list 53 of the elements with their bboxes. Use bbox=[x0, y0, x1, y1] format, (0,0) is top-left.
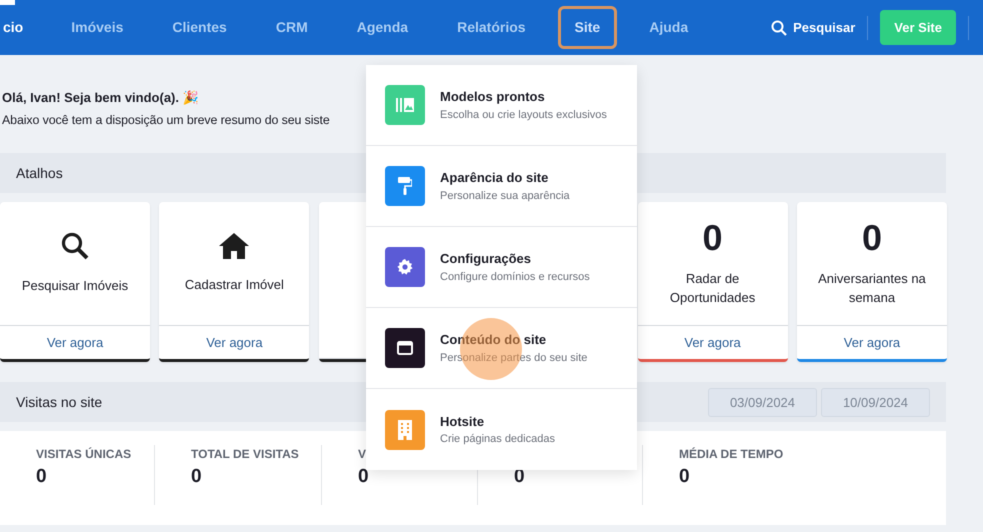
stat-value: 0 bbox=[679, 465, 691, 490]
menu-item-title: Hotsite bbox=[440, 412, 486, 430]
menu-item[interactable]: Aparência do site Personalize sua aparência bbox=[366, 146, 637, 227]
stat-label: MÉDIA DE TEMPO bbox=[679, 446, 784, 464]
section-title: Visitas no site bbox=[16, 392, 102, 412]
layout-icon bbox=[396, 98, 414, 112]
house-icon bbox=[218, 232, 250, 260]
greeting-text: Olá, Ivan! Seja bem vindo(a). 🎉 bbox=[2, 89, 199, 107]
nav-tab[interactable]: Agenda bbox=[340, 6, 426, 49]
menu-item[interactable]: Hotsite Crie páginas dedicadas bbox=[366, 389, 637, 470]
card-label: Cadastrar Imóvel bbox=[184, 276, 285, 294]
menu-item-title: Configurações bbox=[440, 250, 532, 268]
stat-label: V bbox=[358, 446, 368, 464]
stat-label: VISITAS ÚNICAS bbox=[36, 446, 132, 464]
intro-text: Abaixo você tem a disposição um breve resumo do seu siste bbox=[2, 112, 330, 129]
menu-item-title: Modelos prontos bbox=[440, 88, 546, 106]
view-link[interactable]: Ver agora bbox=[0, 326, 150, 360]
view-link[interactable]: Ver agora bbox=[159, 326, 310, 360]
nav-tab[interactable]: Clientes bbox=[155, 6, 244, 49]
menu-item-subtitle: Configure domínios e recursos bbox=[440, 270, 590, 284]
nav-tab[interactable]: Relatórios bbox=[440, 6, 543, 49]
menu-item-subtitle: Personalize sua aparência bbox=[440, 188, 570, 204]
window-icon bbox=[397, 341, 413, 355]
search-icon bbox=[771, 20, 788, 36]
card-label: Aniversariantes na semana bbox=[817, 270, 927, 307]
gear-icon bbox=[397, 259, 413, 275]
card-label: Pesquisar Imóveis bbox=[20, 277, 130, 296]
menu-item-subtitle: Escolha ou crie layouts exclusivos bbox=[440, 108, 607, 122]
date-field[interactable]: 10/09/2024 bbox=[821, 388, 930, 417]
view-link[interactable]: Ver agora bbox=[638, 326, 788, 360]
card-label: Radar de Oportunidades bbox=[668, 270, 756, 307]
section-title: Atalhos bbox=[16, 164, 63, 183]
stat-value: 0 bbox=[36, 465, 48, 490]
menu-item-subtitle: Crie páginas dedicadas bbox=[440, 432, 555, 447]
view-link[interactable]: Ver agora bbox=[796, 326, 947, 360]
stat-value: 0 bbox=[191, 465, 203, 490]
search-button[interactable]: Pesquisar bbox=[771, 18, 856, 38]
menu-item[interactable]: Configurações Configure domínios e recursos bbox=[366, 227, 637, 308]
nav-tab[interactable]: Imóveis bbox=[54, 6, 140, 49]
nav-tab[interactable]: cio bbox=[0, 6, 40, 49]
count-value: 0 bbox=[862, 220, 882, 256]
building-icon bbox=[398, 420, 412, 440]
logo-corner bbox=[0, 0, 15, 5]
date-field[interactable]: 03/09/2024 bbox=[708, 388, 817, 417]
nav-tab[interactable]: CRM bbox=[258, 6, 325, 49]
search-icon bbox=[60, 231, 90, 262]
count-value: 0 bbox=[702, 220, 723, 256]
paint-roller-icon bbox=[398, 177, 412, 195]
stat-label: TOTAL DE VISITAS bbox=[191, 446, 300, 464]
menu-item[interactable]: Modelos prontos Escolha ou crie layouts exclusivos bbox=[366, 65, 637, 146]
menu-item-title: Aparência do site bbox=[440, 169, 550, 187]
nav-tab[interactable]: Ajuda bbox=[632, 6, 706, 49]
nav-tab[interactable]: Site bbox=[558, 6, 618, 49]
